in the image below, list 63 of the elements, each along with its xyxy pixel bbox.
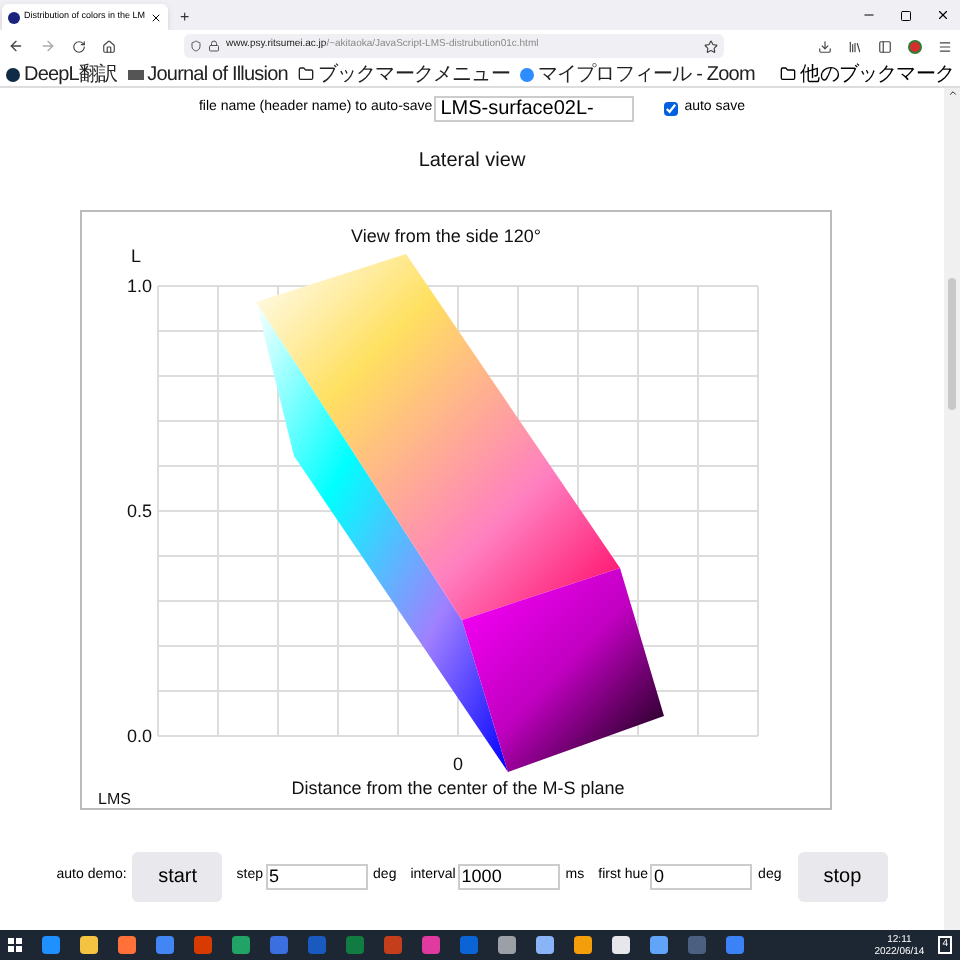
bookmark-link[interactable]: Journal of Illusion — [127, 63, 288, 85]
start-icon[interactable] — [8, 938, 22, 952]
section-heading: Lateral view — [418, 148, 526, 176]
taskbar-app-icon[interactable] — [422, 936, 440, 954]
taskbar-app-icon[interactable] — [574, 936, 592, 954]
bookmark-link[interactable]: 他のブックマーク — [780, 63, 954, 85]
file-name-input[interactable]: LMS-surface02L- — [434, 95, 635, 121]
sidebar-icon[interactable] — [878, 39, 892, 53]
taskbar-app-icon[interactable] — [194, 936, 212, 954]
bookmark-link[interactable]: DeepL翻訳 — [6, 63, 118, 85]
logo-icon — [6, 67, 20, 81]
site-icon — [8, 11, 20, 23]
taskbar-app-icon[interactable] — [726, 936, 744, 954]
bookmark-star-icon[interactable] — [704, 39, 718, 53]
library-icon[interactable] — [848, 39, 862, 53]
taskbar-app-icon[interactable] — [650, 936, 668, 954]
document-icon — [127, 69, 144, 79]
back-icon[interactable] — [8, 38, 24, 54]
taskbar-app-icon[interactable] — [80, 936, 98, 954]
corner-label: LMS — [98, 790, 131, 808]
axis-label: L — [131, 246, 141, 266]
auto-save-checkbox[interactable] — [664, 101, 679, 115]
scroll-up-icon[interactable] — [947, 88, 957, 98]
reload-icon[interactable] — [72, 39, 86, 53]
camera-icon — [519, 67, 534, 81]
taskbar-app-icon[interactable] — [232, 936, 250, 954]
close-icon[interactable] — [936, 8, 950, 22]
taskbar-app-icon[interactable] — [156, 936, 174, 954]
taskbar-app-icon[interactable] — [498, 936, 516, 954]
taskbar-app-icon[interactable] — [536, 936, 554, 954]
taskbar-app-icon[interactable] — [460, 936, 478, 954]
forward-icon[interactable] — [40, 38, 56, 54]
taskbar-app-icon[interactable] — [118, 936, 136, 954]
start-button[interactable]: start — [132, 852, 223, 902]
taskbar-app-icon[interactable] — [612, 936, 630, 954]
axis-label: Distance from the center of the M-S plane — [291, 778, 625, 798]
close-icon[interactable] — [150, 11, 162, 23]
taskbar-app-icon[interactable] — [346, 936, 364, 954]
plot-title: View from the side 120° — [351, 226, 541, 246]
shield-icon — [190, 40, 202, 52]
tick-label: 0.5 — [126, 501, 152, 521]
tick-label: 1.0 — [126, 276, 152, 296]
extension-icon[interactable] — [908, 39, 922, 53]
menu-icon[interactable] — [938, 39, 952, 53]
taskbar-app-icon[interactable] — [384, 936, 402, 954]
tick-label: 0.0 — [126, 726, 152, 746]
lock-icon — [208, 40, 220, 52]
bookmark-link[interactable]: マイプロフィール - Zoom — [519, 63, 755, 85]
home-icon[interactable] — [102, 39, 116, 53]
minimize-icon[interactable] — [862, 8, 876, 22]
folder-icon — [780, 66, 797, 82]
number-input[interactable]: 1000 — [457, 864, 560, 890]
number-input[interactable]: 5 — [265, 864, 368, 890]
stop-button[interactable]: stop — [797, 852, 888, 902]
folder-icon — [297, 66, 314, 82]
taskbar-app-icon[interactable] — [42, 936, 60, 954]
new-tab-button[interactable]: + — [168, 4, 202, 30]
download-icon[interactable] — [818, 39, 832, 53]
number-input[interactable]: 0 — [650, 864, 753, 890]
tick-label: 0 — [453, 754, 463, 774]
bookmark-link[interactable]: ブックマークメニュー — [297, 63, 510, 85]
maximize-icon[interactable] — [900, 9, 912, 21]
taskbar-app-icon[interactable] — [270, 936, 288, 954]
